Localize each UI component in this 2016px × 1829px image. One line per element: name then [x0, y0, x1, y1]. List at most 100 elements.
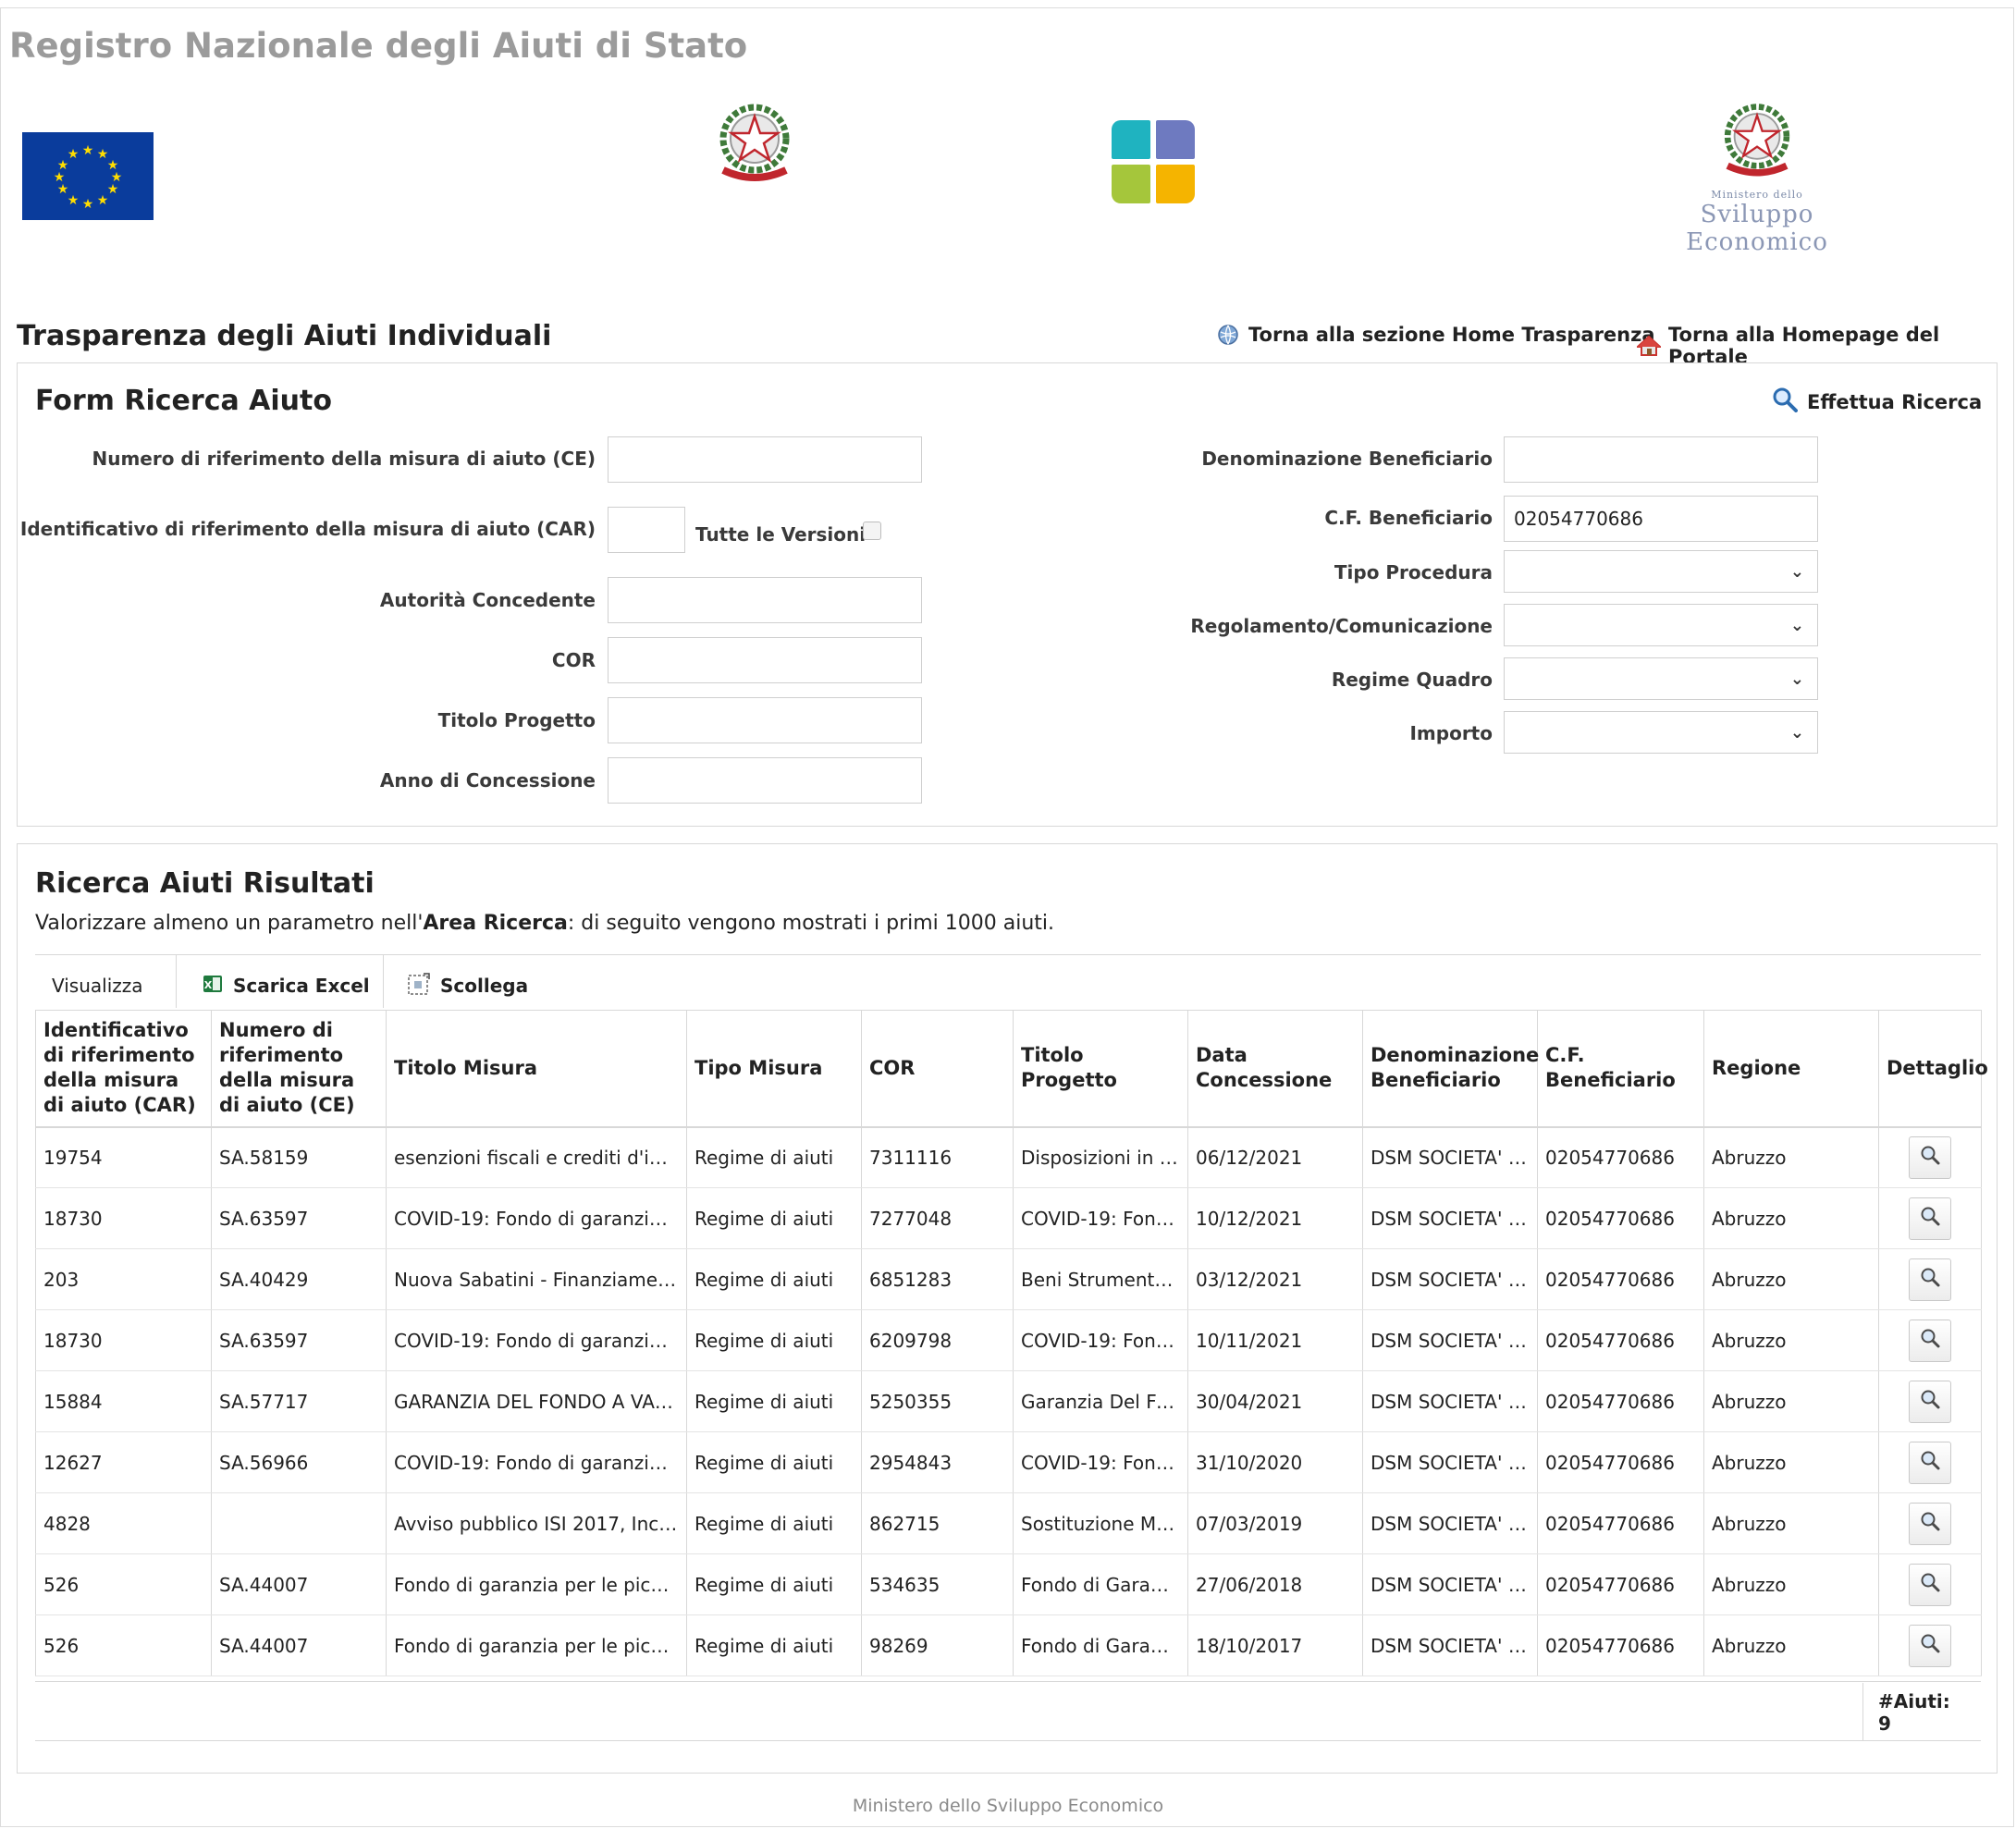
chevron-down-icon: ⌄ [1789, 723, 1804, 743]
repubblica-italiana-emblem [714, 100, 795, 189]
dettaglio-cell [1878, 1370, 1982, 1432]
table-cell: Regime di aiuti [686, 1431, 862, 1493]
svg-text:★: ★ [97, 193, 109, 208]
scollega-label: Scollega [440, 975, 529, 997]
link-home-trasparenza[interactable]: Torna alla sezione Home Trasparenza [1217, 324, 1655, 346]
table-cell: DSM SOCIETA' C... [1362, 1553, 1538, 1615]
column-header[interactable]: Regione [1703, 1010, 1879, 1128]
dettaglio-cell [1878, 1187, 1982, 1249]
zoom-icon [1919, 1449, 1941, 1476]
table-row: 526 SA.44007 Fondo di garanzia per le picc… [35, 1614, 1982, 1676]
table-cell: 7311116 [861, 1126, 1014, 1188]
dettaglio-button[interactable] [1909, 1624, 1951, 1667]
table-footer-top-border [35, 1681, 1981, 1682]
column-header[interactable]: Numero di riferimento della misura di ai… [211, 1010, 387, 1128]
dettaglio-button[interactable] [1909, 1319, 1951, 1362]
table-cell: Regime di aiuti [686, 1187, 862, 1249]
table-cell: Abruzzo [1703, 1431, 1879, 1493]
column-header[interactable]: C.F. Beneficiario [1537, 1010, 1704, 1128]
link-home-trasparenza-label: Torna alla sezione Home Trasparenza [1248, 324, 1655, 346]
anno-input[interactable] [608, 757, 922, 804]
table-cell: Regime di aiuti [686, 1248, 862, 1310]
dettaglio-button[interactable] [1909, 1563, 1951, 1606]
denominazione-input[interactable] [1504, 436, 1818, 483]
zoom-icon [1919, 1571, 1941, 1598]
regolamento-select[interactable]: ⌄ [1504, 604, 1818, 646]
table-cell: Nuova Sabatini - Finanziamenti ... [386, 1248, 687, 1310]
scarica-excel-label: Scarica Excel [233, 975, 370, 997]
table-cell: GARANZIA DEL FONDO A VALE... [386, 1370, 687, 1432]
table-cell: 18/10/2017 [1187, 1614, 1363, 1676]
dettaglio-button[interactable] [1909, 1258, 1951, 1301]
cf-input[interactable]: 02054770686 [1504, 496, 1818, 542]
table-cell: 02054770686 [1537, 1370, 1704, 1432]
column-header[interactable]: Data Concessione [1187, 1010, 1363, 1128]
toolbar-separator [176, 954, 177, 1008]
label-importo: Importo [1409, 722, 1493, 744]
table-cell: COVID-19: Fond... [1013, 1309, 1188, 1371]
table-cell: Fondo di garanzia per le piccole... [386, 1614, 687, 1676]
column-header[interactable]: Titolo Progetto [1013, 1010, 1188, 1128]
titolo-progetto-input[interactable] [608, 697, 922, 743]
table-cell: DSM SOCIETA' C... [1362, 1309, 1538, 1371]
table-cell: SA.56966 [211, 1431, 387, 1493]
ce-input[interactable] [608, 436, 922, 483]
table-cell: 02054770686 [1537, 1553, 1704, 1615]
table-cell: Abruzzo [1703, 1370, 1879, 1432]
table-cell: COVID-19: Fondo di garanzia P... [386, 1187, 687, 1249]
table-row: 18730 SA.63597 COVID-19: Fondo di garanzia… [35, 1187, 1982, 1249]
column-header[interactable]: Tipo Misura [686, 1010, 862, 1128]
detach-icon [407, 972, 431, 1000]
scarica-excel-button[interactable]: X Scarica Excel [202, 962, 370, 1010]
column-header[interactable]: Titolo Misura [386, 1010, 687, 1128]
visualizza-menu[interactable]: Visualizza [52, 962, 143, 1010]
importo-select[interactable]: ⌄ [1504, 711, 1818, 754]
table-cell: 02054770686 [1537, 1431, 1704, 1493]
dettaglio-button[interactable] [1909, 1380, 1951, 1423]
globe-icon [1217, 324, 1239, 346]
label-titolo-progetto: Titolo Progetto [437, 709, 596, 731]
results-subtitle-bold: Area Ricerca [423, 912, 568, 935]
scollega-button[interactable]: Scollega [407, 962, 528, 1010]
regime-quadro-select[interactable]: ⌄ [1504, 657, 1818, 700]
table-cell: 18730 [35, 1309, 212, 1371]
link-homepage-portale[interactable]: Torna alla Homepage del Portale [1635, 324, 2016, 368]
table-cell: DSM SOCIETA' C... [1362, 1492, 1538, 1554]
table-cell: Regime di aiuti [686, 1309, 862, 1371]
table-cell: Fondo di Garanzi... [1013, 1553, 1188, 1615]
table-cell: Sostituzione Mac... [1013, 1492, 1188, 1554]
effettua-ricerca-button[interactable]: Effettua Ricerca [1772, 387, 1982, 417]
dettaglio-cell [1878, 1492, 1982, 1554]
dettaglio-button[interactable] [1909, 1135, 1951, 1179]
table-cell: 27/06/2018 [1187, 1553, 1363, 1615]
dettaglio-cell [1878, 1309, 1982, 1371]
zoom-icon [1919, 1510, 1941, 1537]
table-cell: Regime di aiuti [686, 1553, 862, 1615]
dettaglio-button[interactable] [1909, 1502, 1951, 1545]
zoom-icon [1919, 1266, 1941, 1293]
autorita-input[interactable] [608, 577, 922, 623]
column-header[interactable]: Denominazione Beneficiario [1362, 1010, 1539, 1128]
tutte-versioni-checkbox[interactable] [863, 522, 881, 540]
table-cell: 15884 [35, 1370, 212, 1432]
table-cell: 534635 [861, 1553, 1014, 1615]
cor-input[interactable] [608, 637, 922, 683]
aiuti-count: #Aiuti: 9 [1862, 1683, 1981, 1740]
column-header[interactable]: COR [861, 1010, 1014, 1128]
table-cell: SA.57717 [211, 1370, 387, 1432]
site-title: Registro Nazionale degli Aiuti di Stato [9, 26, 748, 66]
dettaglio-button[interactable] [1909, 1197, 1951, 1240]
table-cell: 02054770686 [1537, 1614, 1704, 1676]
toolbar-top-border [35, 954, 1981, 955]
tipo-procedura-select[interactable]: ⌄ [1504, 550, 1818, 593]
table-cell: 07/03/2019 [1187, 1492, 1363, 1554]
table-cell: 02054770686 [1537, 1248, 1704, 1310]
table-cell: COVID-19: Fondo di garanzia P... [386, 1431, 687, 1493]
column-header[interactable]: Identificativo di riferimento della misu… [35, 1010, 212, 1128]
table-row: 4828 Avviso pubblico ISI 2017, Incen... Re… [35, 1492, 1982, 1554]
dettaglio-button[interactable] [1909, 1441, 1951, 1484]
svg-text:★: ★ [68, 193, 80, 208]
table-cell: Regime di aiuti [686, 1492, 862, 1554]
svg-text:★: ★ [82, 143, 94, 158]
car-input[interactable] [608, 507, 685, 553]
